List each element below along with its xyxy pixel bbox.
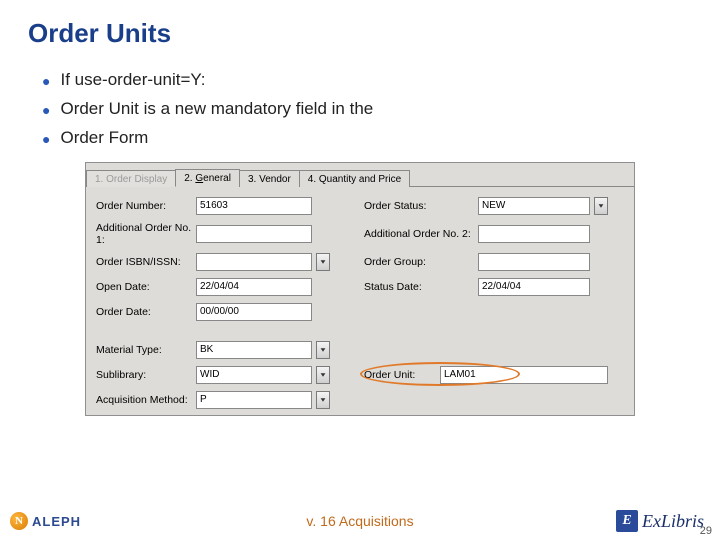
material-type-input[interactable]: BK: [196, 341, 312, 359]
tab-quantity-price[interactable]: 4. Quantity and Price: [299, 170, 410, 187]
additional-order-no2-label: Additional Order No. 2:: [364, 228, 474, 240]
bullet-icon: ●: [42, 101, 50, 120]
sublibrary-input[interactable]: WID: [196, 366, 312, 384]
order-status-dropdown-button[interactable]: [594, 197, 608, 215]
aleph-logo: N ALEPH: [10, 512, 81, 530]
bullet-item: ● Order Form: [42, 127, 692, 150]
tab-order-display[interactable]: 1. Order Display: [86, 170, 176, 187]
sublibrary-label: Sublibrary:: [96, 369, 192, 381]
tab-bar: 1. Order Display 2. General 3. Vendor 4.…: [86, 163, 634, 187]
order-date-input[interactable]: 00/00/00: [196, 303, 312, 321]
status-date-label: Status Date:: [364, 281, 474, 293]
order-unit-label: Order Unit:: [364, 369, 434, 381]
order-number-input[interactable]: 51603: [196, 197, 312, 215]
tab-general[interactable]: 2. General: [175, 169, 240, 187]
form-grid: Order Number: 51603 Order Status: NEW Ad…: [86, 187, 634, 415]
additional-order-no2-input[interactable]: [478, 225, 590, 243]
order-isbn-issn-label: Order ISBN/ISSN:: [96, 256, 192, 268]
order-date-label: Order Date:: [96, 306, 192, 318]
order-unit-input[interactable]: LAM01: [440, 366, 608, 384]
footer-bar: N ALEPH v. 16 Acquisitions E ExLibris: [0, 510, 720, 532]
bullet-list: ● If use-order-unit=Y: ● Order Unit is a n…: [42, 69, 692, 150]
additional-order-no1-input[interactable]: [196, 225, 312, 243]
bullet-text: Order Unit is a new mandatory field in t…: [60, 98, 373, 121]
page-number: 29: [700, 525, 712, 537]
bullet-icon: ●: [42, 130, 50, 149]
exlibris-icon: E: [616, 510, 638, 532]
material-type-label: Material Type:: [96, 344, 192, 356]
exlibris-text: ExLibris: [642, 511, 704, 532]
order-form-panel: 1. Order Display 2. General 3. Vendor 4.…: [85, 162, 635, 416]
acquisition-method-input[interactable]: P: [196, 391, 312, 409]
status-date-input[interactable]: 22/04/04: [478, 278, 590, 296]
material-type-dropdown-button[interactable]: [316, 341, 330, 359]
order-status-input[interactable]: NEW: [478, 197, 590, 215]
order-status-label: Order Status:: [364, 200, 474, 212]
bullet-text: Order Form: [60, 127, 148, 150]
order-group-input[interactable]: [478, 253, 590, 271]
order-number-label: Order Number:: [96, 200, 192, 212]
aleph-text: ALEPH: [32, 514, 81, 529]
order-isbn-issn-input[interactable]: [196, 253, 312, 271]
aleph-icon: N: [10, 512, 28, 530]
bullet-icon: ●: [42, 72, 50, 91]
open-date-input[interactable]: 22/04/04: [196, 278, 312, 296]
order-isbn-issn-dropdown-button[interactable]: [316, 253, 330, 271]
bullet-text: If use-order-unit=Y:: [60, 69, 205, 92]
acquisition-method-dropdown-button[interactable]: [316, 391, 330, 409]
footer-center-text: v. 16 Acquisitions: [306, 513, 413, 529]
sublibrary-dropdown-button[interactable]: [316, 366, 330, 384]
page-title: Order Units: [28, 18, 692, 49]
acquisition-method-label: Acquisition Method:: [96, 394, 192, 406]
additional-order-no1-label: Additional Order No. 1:: [96, 222, 192, 246]
bullet-item: ● If use-order-unit=Y:: [42, 69, 692, 92]
bullet-item: ● Order Unit is a new mandatory field in …: [42, 98, 692, 121]
order-group-label: Order Group:: [364, 256, 474, 268]
tab-vendor[interactable]: 3. Vendor: [239, 170, 300, 187]
exlibris-logo: E ExLibris: [616, 510, 704, 532]
open-date-label: Open Date:: [96, 281, 192, 293]
